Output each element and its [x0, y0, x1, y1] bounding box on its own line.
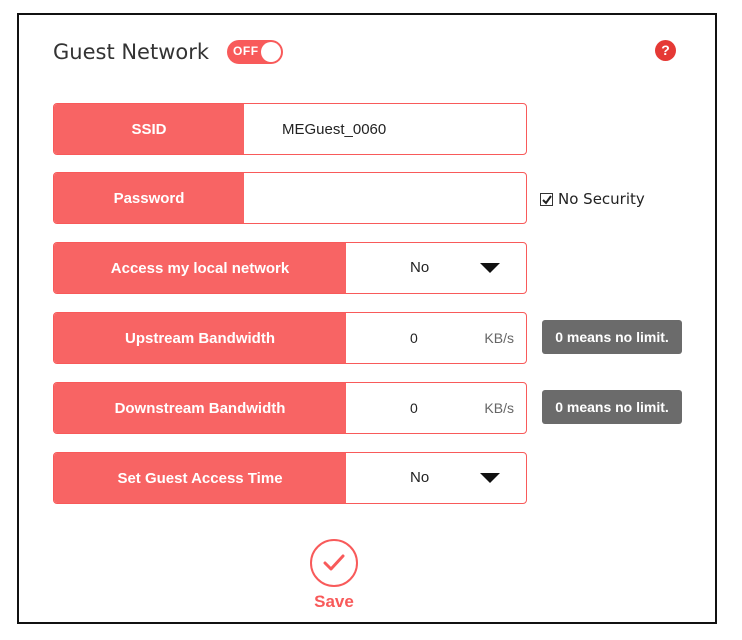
access-local-label: Access my local network [54, 243, 346, 293]
password-row: Password [53, 172, 527, 224]
downstream-row: Downstream Bandwidth 0 KB/s [53, 382, 527, 434]
downstream-hint: 0 means no limit. [542, 390, 682, 424]
save-circle [310, 539, 358, 587]
save-button[interactable]: Save [307, 539, 361, 612]
toggle-knob [261, 42, 282, 62]
upstream-unit: KB/s [484, 330, 514, 346]
page-title: Guest Network [53, 40, 210, 64]
chevron-down-icon [480, 473, 500, 483]
no-security-option[interactable]: No Security [540, 190, 645, 208]
access-local-select[interactable]: No [346, 243, 526, 293]
guest-time-value: No [410, 469, 430, 486]
downstream-label: Downstream Bandwidth [54, 383, 346, 433]
toggle-state-label: OFF [233, 44, 259, 58]
guest-time-label: Set Guest Access Time [54, 453, 346, 503]
header: Guest Network OFF [53, 37, 284, 67]
downstream-unit: KB/s [484, 400, 514, 416]
ssid-value: MEGuest_0060 [282, 120, 387, 138]
guest-network-panel: Guest Network OFF ? SSID MEGuest_0060 Pa… [17, 13, 717, 624]
checkbox-checked-icon [542, 194, 552, 205]
upstream-value: 0 [410, 330, 418, 346]
guest-time-row: Set Guest Access Time No [53, 452, 527, 504]
chevron-down-icon [480, 263, 500, 273]
no-security-label: No Security [558, 190, 645, 208]
ssid-row: SSID MEGuest_0060 [53, 103, 527, 155]
help-icon[interactable]: ? [655, 40, 676, 61]
ssid-input[interactable]: MEGuest_0060 [244, 104, 526, 154]
upstream-input[interactable]: 0 KB/s [346, 313, 526, 363]
downstream-value: 0 [410, 400, 418, 416]
guest-network-toggle[interactable]: OFF [227, 40, 284, 64]
upstream-row: Upstream Bandwidth 0 KB/s [53, 312, 527, 364]
save-label: Save [314, 592, 354, 611]
upstream-hint: 0 means no limit. [542, 320, 682, 354]
guest-time-select[interactable]: No [346, 453, 526, 503]
password-input[interactable] [244, 173, 526, 223]
access-local-row: Access my local network No [53, 242, 527, 294]
checkmark-icon [323, 554, 345, 571]
no-security-checkbox[interactable] [540, 192, 553, 206]
downstream-input[interactable]: 0 KB/s [346, 383, 526, 433]
access-local-value: No [410, 259, 430, 276]
ssid-label: SSID [54, 104, 244, 154]
password-label: Password [54, 173, 244, 223]
upstream-label: Upstream Bandwidth [54, 313, 346, 363]
